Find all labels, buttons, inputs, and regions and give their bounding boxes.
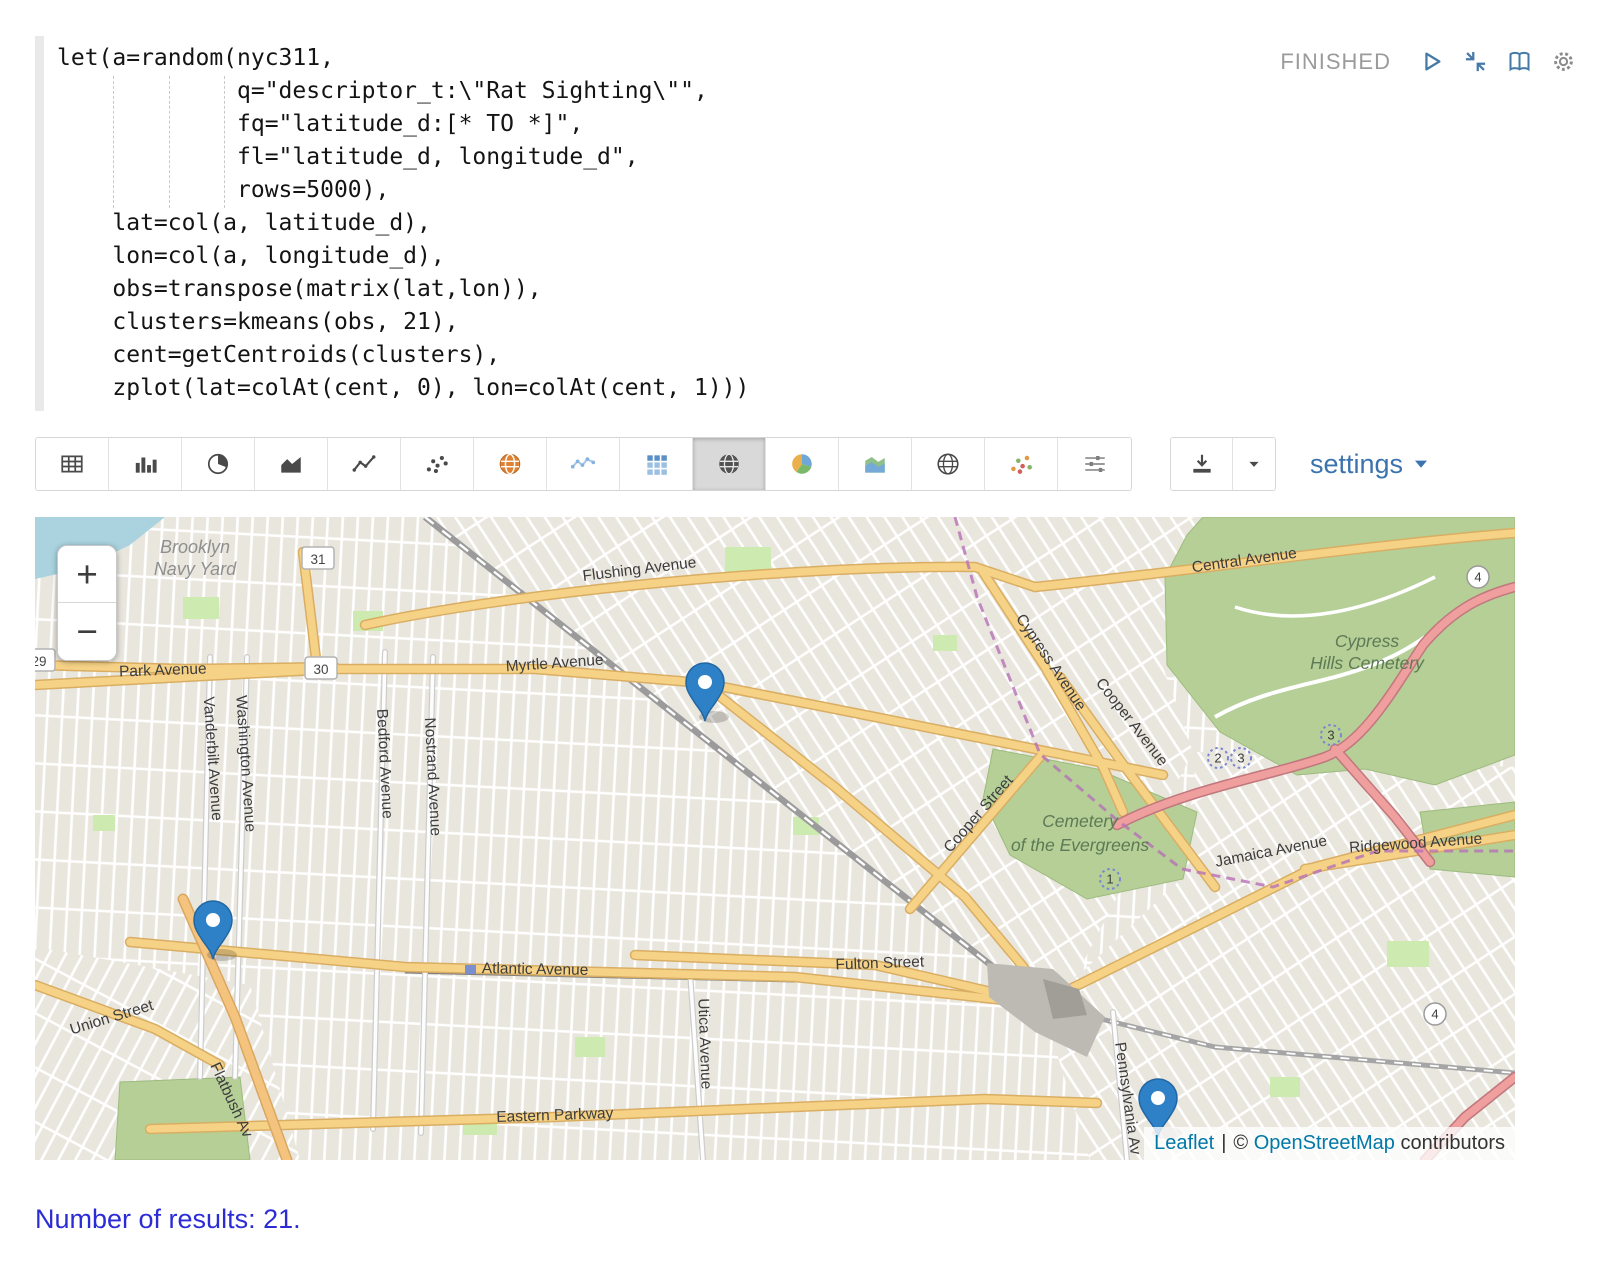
viz-color-pie-button[interactable] xyxy=(766,438,839,490)
show-editor-button[interactable] xyxy=(1506,48,1533,75)
route-shield-label: 31 xyxy=(310,552,325,567)
viz-color-scatter-button[interactable] xyxy=(985,438,1058,490)
attribution-contributors: contributors xyxy=(1401,1132,1506,1154)
globe-outline-icon xyxy=(935,451,961,477)
orange-globe-icon xyxy=(497,451,523,477)
zoom-control: + − xyxy=(57,545,117,661)
map-attribution: Leaflet | © OpenStreetMap contributors xyxy=(1144,1127,1515,1160)
leaflet-link[interactable]: Leaflet xyxy=(1154,1132,1214,1154)
run-paragraph-button[interactable] xyxy=(1418,48,1445,75)
viz-color-area-button[interactable] xyxy=(839,438,912,490)
collapse-paragraph-button[interactable] xyxy=(1462,48,1489,75)
viz-table-button[interactable] xyxy=(36,438,109,490)
map-label: Utica Avenue xyxy=(694,998,714,1090)
map-canvas[interactable]: Brooklyn Navy Yard Flushing Avenue Centr… xyxy=(35,517,1515,1160)
sparkline-icon xyxy=(570,451,596,477)
map-number-marker: 3 xyxy=(1327,728,1334,743)
settings-link[interactable]: settings xyxy=(1310,449,1430,480)
chevron-down-icon xyxy=(1244,454,1264,474)
viz-scatter-chart-button[interactable] xyxy=(401,438,474,490)
map-label: Atlantic Avenue xyxy=(482,960,589,979)
zoom-in-button[interactable]: + xyxy=(58,546,116,603)
map-number-marker: 4 xyxy=(1431,1007,1438,1022)
zoom-out-button[interactable]: − xyxy=(58,603,116,660)
map-label: Hills Cemetery xyxy=(1310,653,1425,673)
chevron-down-icon xyxy=(1412,455,1430,473)
map-label: Fulton Street xyxy=(835,953,925,973)
line-chart-icon xyxy=(351,451,377,477)
editor-gutter xyxy=(35,36,44,411)
viz-leaflet-map-button[interactable] xyxy=(474,438,547,490)
pivot-grid-icon xyxy=(643,451,669,477)
color-scatter-icon xyxy=(1008,451,1034,477)
map-number-marker: 1 xyxy=(1106,872,1113,887)
paragraph-status: FINISHED xyxy=(1280,49,1391,75)
dark-globe-map-icon xyxy=(716,451,742,477)
pie-chart-icon xyxy=(205,451,231,477)
openstreetmap-link[interactable]: OpenStreetMap xyxy=(1254,1132,1395,1154)
paragraph-editor[interactable]: let(a=random(nyc311, q="descriptor_t:\"R… xyxy=(35,36,1583,411)
map-number-marker: 3 xyxy=(1237,751,1244,766)
viz-parallel-sliders-button[interactable] xyxy=(1058,438,1131,490)
indent-guide xyxy=(113,76,114,208)
map-label: Navy Yard xyxy=(154,559,237,579)
route-shield-label: 29 xyxy=(35,654,47,669)
viz-pie-chart-button[interactable] xyxy=(182,438,255,490)
map-label: Cypress xyxy=(1335,631,1399,651)
table-icon xyxy=(59,451,85,477)
copyright-symbol: © xyxy=(1233,1132,1248,1154)
map-label: of the Evergreens xyxy=(1011,835,1149,855)
paragraph-settings-button[interactable] xyxy=(1550,48,1577,75)
map-label: Park Avenue xyxy=(119,660,207,680)
gear-icon xyxy=(1550,48,1577,75)
area-chart-icon xyxy=(278,451,304,477)
viz-globe-button[interactable] xyxy=(912,438,985,490)
shrink-icon xyxy=(1462,48,1489,75)
viz-pivot-grid-button[interactable] xyxy=(620,438,693,490)
map-number-marker: 2 xyxy=(1214,751,1221,766)
viz-area-chart-button[interactable] xyxy=(255,438,328,490)
viz-map-button[interactable] xyxy=(693,438,766,490)
visualization-toolbar: settings xyxy=(35,437,1583,491)
map-label: Cemetery xyxy=(1042,811,1119,831)
code-content[interactable]: let(a=random(nyc311, q="descriptor_t:\"R… xyxy=(44,36,1583,411)
viz-sparkline-button[interactable] xyxy=(547,438,620,490)
download-options-button[interactable] xyxy=(1233,438,1275,490)
indent-guide xyxy=(224,76,225,208)
color-pie-icon xyxy=(789,451,815,477)
indent-guide xyxy=(169,76,170,208)
download-icon xyxy=(1189,451,1215,477)
download-button[interactable] xyxy=(1171,438,1233,490)
attribution-separator: | xyxy=(1221,1132,1226,1154)
settings-label: settings xyxy=(1310,449,1403,480)
color-area-icon xyxy=(862,451,888,477)
book-icon xyxy=(1506,48,1533,75)
viz-bar-chart-button[interactable] xyxy=(109,438,182,490)
bar-chart-icon xyxy=(132,451,158,477)
map-number-marker: 4 xyxy=(1474,570,1481,585)
results-count-text: Number of results: 21. xyxy=(35,1204,1583,1235)
map-label: Brooklyn xyxy=(160,537,230,557)
play-icon xyxy=(1418,48,1445,75)
scatter-chart-icon xyxy=(424,451,450,477)
sliders-icon xyxy=(1082,451,1108,477)
route-shield-label: 30 xyxy=(313,662,328,677)
viz-line-chart-button[interactable] xyxy=(328,438,401,490)
leaflet-map[interactable]: Brooklyn Navy Yard Flushing Avenue Centr… xyxy=(35,517,1515,1160)
